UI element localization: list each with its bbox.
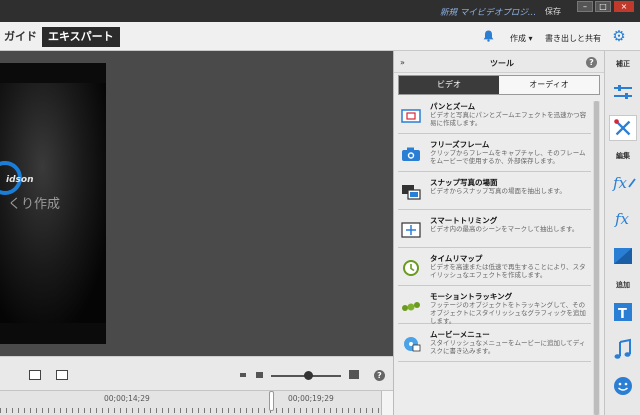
project-name: 新規 マイビデオプロジ… bbox=[440, 8, 537, 18]
minimize-button[interactable]: – bbox=[577, 1, 593, 12]
pan-zoom-icon bbox=[401, 109, 421, 123]
snapshot-icon bbox=[402, 185, 421, 200]
svg-text:fx: fx bbox=[614, 210, 630, 228]
fx-edit-icon[interactable]: fx bbox=[609, 169, 637, 195]
tool-item-time-remap[interactable]: タイムリマップ ビデオを高速または低速で再生することにより、スタイリッシュなエフ… bbox=[398, 249, 591, 286]
section-label-edit: 編集 bbox=[616, 152, 630, 160]
section-label-add: 追加 bbox=[616, 281, 630, 289]
tool-description: ビデオからスナップ写真の場面を抽出します。 bbox=[430, 187, 566, 195]
video-caption: くり作成 bbox=[8, 197, 61, 212]
transition-icon[interactable] bbox=[609, 243, 637, 269]
zoom-out-small-icon[interactable] bbox=[240, 373, 246, 377]
right-sidebar: 補正 編集 fx fx 追加 T bbox=[604, 51, 640, 415]
help-icon[interactable]: ? bbox=[374, 370, 385, 381]
scrollbar-thumb[interactable] bbox=[594, 101, 599, 415]
music-icon[interactable] bbox=[609, 337, 637, 363]
timeline-scrollbar[interactable] bbox=[381, 391, 393, 415]
video-frame: idson くり作成 bbox=[0, 63, 106, 344]
bell-icon[interactable] bbox=[483, 30, 494, 42]
graphics-icon[interactable] bbox=[609, 373, 637, 399]
tool-item-motion-tracking[interactable]: モーショントラッキング フッテージのオブジェクトをトラッキングして、そのオブジェ… bbox=[398, 287, 591, 325]
tool-description: ビデオ内の最高のシーンをマークして抽出します。 bbox=[430, 225, 579, 233]
tools-icon[interactable] bbox=[609, 115, 637, 141]
fx-icon[interactable]: fx bbox=[609, 205, 637, 231]
time-remap-icon bbox=[403, 260, 419, 276]
tab-audio[interactable]: オーディオ bbox=[499, 76, 599, 94]
adjust-sliders-icon[interactable] bbox=[609, 79, 637, 105]
tool-description: ビデオと写真にパンとズームエフェクトを迅速かつ容易に作成します。 bbox=[430, 111, 587, 127]
title-icon[interactable]: T bbox=[609, 299, 637, 325]
render-preview-icon[interactable] bbox=[29, 370, 41, 380]
close-button[interactable]: × bbox=[614, 1, 634, 12]
disc-menu-icon bbox=[404, 337, 421, 352]
collapse-panel-icon[interactable]: » bbox=[400, 58, 405, 67]
ruler-ticks bbox=[0, 408, 380, 413]
tool-description: スタイリッシュなメニューをムービーに追加してディスクに書き込みます。 bbox=[430, 339, 586, 355]
zoom-out-icon[interactable] bbox=[256, 372, 263, 378]
tool-item-pan-zoom[interactable]: パンとズーム ビデオと写真にパンとズームエフェクトを迅速かつ容易に作成します。 bbox=[398, 97, 591, 134]
zoom-slider-handle[interactable] bbox=[304, 371, 313, 380]
main-toolbar: ガイド エキスパート 作成 ▾ 書き出しと共有 ⚙ bbox=[0, 22, 640, 51]
tools-panel: » ツール ? ビデオ オーディオ パンとズーム ビデオと写真にパンとズームエフ… bbox=[393, 51, 605, 415]
help-icon[interactable]: ? bbox=[586, 57, 597, 68]
tool-description: クリップからフレームをキャプチャし、そのフレームをムービーで使用するか、外部保存… bbox=[430, 149, 586, 165]
gear-icon[interactable]: ⚙ bbox=[611, 28, 627, 44]
playhead[interactable] bbox=[269, 391, 274, 411]
monitor-controls: ? bbox=[0, 356, 393, 390]
tool-list-scrollbar[interactable] bbox=[593, 101, 600, 415]
save-button[interactable]: 保存 bbox=[545, 6, 561, 17]
tool-item-freeze-frame[interactable]: フリーズフレーム クリップからフレームをキャプチャし、そのフレームをムービーで使… bbox=[398, 135, 591, 172]
tool-list: パンとズーム ビデオと写真にパンとズームエフェクトを迅速かつ容易に作成します。 … bbox=[398, 97, 591, 415]
video-brand-text: idson bbox=[6, 175, 34, 185]
smart-trim-icon bbox=[401, 222, 421, 238]
preview-monitor[interactable]: idson くり作成 bbox=[0, 51, 393, 356]
motion-tracking-icon bbox=[402, 302, 420, 311]
tool-item-snapshot[interactable]: スナップ写真の場面 ビデオからスナップ写真の場面を抽出します。 bbox=[398, 173, 591, 210]
tool-description: フッテージのオブジェクトをトラッキングして、そのオブジェクトにスタイリッシュなグ… bbox=[430, 301, 586, 325]
zoom-in-icon[interactable] bbox=[349, 370, 359, 379]
timecode-label: 00;00;14;29 bbox=[104, 394, 150, 403]
panel-title: ツール bbox=[490, 59, 514, 68]
tool-description: ビデオを高速または低速で再生することにより、スタイリッシュなエフェクトを作成しま… bbox=[430, 263, 586, 279]
section-label-adjust: 補正 bbox=[616, 60, 630, 68]
timeline-ruler[interactable]: 00;00;14;29 00;00;19;29 bbox=[0, 390, 393, 415]
title-bar: 新規 マイビデオプロジ… 保存 – □ × bbox=[0, 0, 640, 22]
svg-text:fx: fx bbox=[612, 174, 628, 192]
fullscreen-icon[interactable] bbox=[56, 370, 68, 380]
svg-text:T: T bbox=[618, 307, 627, 322]
tool-item-movie-menu[interactable]: ムービーメニュー スタイリッシュなメニューをムービーに追加してディスクに書き込み… bbox=[398, 325, 591, 362]
expert-mode-tab[interactable]: エキスパート bbox=[42, 27, 120, 47]
export-share-menu[interactable]: 書き出しと共有 bbox=[545, 33, 601, 44]
timecode-label: 00;00;19;29 bbox=[288, 394, 334, 403]
create-menu[interactable]: 作成 ▾ bbox=[510, 33, 533, 44]
tab-video[interactable]: ビデオ bbox=[399, 76, 499, 94]
camera-icon bbox=[402, 147, 420, 161]
panel-header: » ツール ? bbox=[394, 51, 605, 73]
maximize-button[interactable]: □ bbox=[595, 1, 611, 12]
guide-mode-tab[interactable]: ガイド bbox=[0, 27, 43, 47]
tool-item-smart-trim[interactable]: スマートトリミング ビデオ内の最高のシーンをマークして抽出します。 bbox=[398, 211, 591, 248]
media-type-tabs: ビデオ オーディオ bbox=[398, 75, 600, 95]
